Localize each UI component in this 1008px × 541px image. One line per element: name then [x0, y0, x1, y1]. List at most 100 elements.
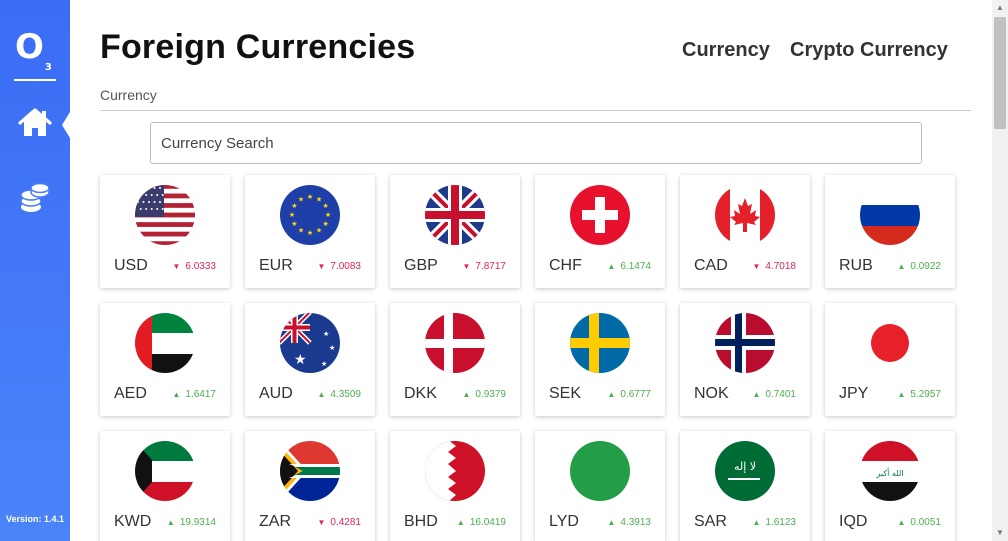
currency-search-input[interactable]: [150, 122, 922, 164]
uae-flag-icon: [135, 313, 195, 373]
currency-card-nok[interactable]: NOK ▲ 0.7401: [680, 303, 810, 416]
currency-code: CHF: [549, 257, 582, 274]
currency-card-bhd[interactable]: BHD ▲ 16.0419: [390, 431, 520, 541]
scroll-up-arrow-icon[interactable]: ▲: [992, 0, 1008, 16]
russia-flag-icon: [860, 185, 920, 245]
currency-code: EUR: [259, 257, 293, 274]
currency-code: AUD: [259, 385, 293, 402]
down-arrow-icon: ▼: [752, 262, 761, 271]
currency-value: 0.7401: [765, 389, 796, 400]
currency-value: 4.7018: [765, 261, 796, 272]
tab-crypto-currency[interactable]: Crypto Currency: [790, 39, 948, 62]
coins-icon: [20, 182, 50, 212]
o3-logo: O3: [15, 27, 52, 73]
currency-value: 16.0419: [469, 517, 506, 528]
currency-change: ▲ 6.1474: [607, 261, 651, 272]
currency-card-cad[interactable]: CAD ▼ 4.7018: [680, 175, 810, 288]
currency-value: 5.2957: [910, 389, 941, 400]
japan-flag-icon: [860, 313, 920, 373]
up-arrow-icon: ▲: [607, 518, 616, 527]
home-icon: [18, 108, 52, 136]
currency-card-rub[interactable]: RUB ▲ 0.0922: [825, 175, 955, 288]
currency-change: ▲ 0.6777: [607, 389, 651, 400]
app-window: O3 Version: 1.4.1 Foreign Currencies Cur…: [0, 0, 1008, 541]
scroll-thumb[interactable]: [994, 17, 1006, 129]
currency-card-lyd[interactable]: LYD ▲ 4.3913: [535, 431, 665, 541]
currency-value: 7.0083: [330, 261, 361, 272]
svg-text:★: ★: [307, 193, 313, 201]
main-content: Foreign Currencies Currency Crypto Curre…: [70, 0, 992, 541]
up-arrow-icon: ▲: [897, 518, 906, 527]
up-arrow-icon: ▲: [752, 518, 761, 527]
svg-text:★: ★: [322, 202, 328, 210]
currency-card-sek[interactable]: SEK ▲ 0.6777: [535, 303, 665, 416]
currency-card-usd[interactable]: USD ▼ 6.0333: [100, 175, 230, 288]
currency-change: ▲ 4.3913: [607, 517, 651, 528]
usa-flag-icon: [135, 185, 195, 245]
currency-card-dkk[interactable]: DKK ▲ 0.9379: [390, 303, 520, 416]
svg-text:★: ★: [291, 220, 297, 228]
currency-value: 0.9379: [475, 389, 506, 400]
up-arrow-icon: ▲: [456, 518, 465, 527]
uk-flag-icon: [425, 185, 485, 245]
breadcrumb: Currency: [100, 87, 157, 103]
currency-change: ▼ 7.0083: [317, 261, 361, 272]
sidebar-item-crypto[interactable]: [18, 182, 52, 215]
currency-code: AED: [114, 385, 147, 402]
currency-card-aud[interactable]: ★ ★ ★ ★ AUD ▲ 4.3509: [245, 303, 375, 416]
currency-card-zar[interactable]: ZAR ▼ 0.4281: [245, 431, 375, 541]
currency-value: 6.1474: [620, 261, 651, 272]
scroll-down-arrow-icon[interactable]: ▼: [992, 525, 1008, 541]
sidebar: O3 Version: 1.4.1: [0, 0, 70, 541]
up-arrow-icon: ▲: [317, 390, 326, 399]
currency-card-gbp[interactable]: GBP ▼ 7.8717: [390, 175, 520, 288]
active-indicator: [62, 112, 70, 138]
svg-text:★: ★: [322, 220, 328, 228]
up-arrow-icon: ▲: [897, 390, 906, 399]
currency-card-aed[interactable]: AED ▲ 1.6417: [100, 303, 230, 416]
currency-card-chf[interactable]: CHF ▲ 6.1474: [535, 175, 665, 288]
currency-change: ▲ 1.6417: [172, 389, 216, 400]
currency-change: ▲ 5.2957: [897, 389, 941, 400]
currency-change: ▼ 7.8717: [462, 261, 506, 272]
currency-code: RUB: [839, 257, 873, 274]
svg-text:★: ★: [325, 211, 331, 219]
currency-value: 0.4281: [330, 517, 361, 528]
currency-code: USD: [114, 257, 148, 274]
svg-text:★: ★: [298, 195, 304, 203]
currency-change: ▲ 1.6123: [752, 517, 796, 528]
currency-card-iqd[interactable]: ﺍﻟﻠﻪ ﺃﻛﺒﺮ IQD ▲ 0.0051: [825, 431, 955, 541]
header-divider: [100, 110, 971, 111]
currency-value: 19.9314: [179, 517, 216, 528]
svg-text:ﻻ ﺇﻟﻪ: ﻻ ﺇﻟﻪ: [734, 460, 756, 473]
currency-value: 4.3913: [620, 517, 651, 528]
currency-code: LYD: [549, 513, 579, 530]
svg-text:★: ★: [298, 227, 304, 235]
page-title: Foreign Currencies: [100, 28, 416, 66]
currency-card-sar[interactable]: ﻻ ﺇﻟﻪ SAR ▲ 1.6123: [680, 431, 810, 541]
currency-value: 0.6777: [620, 389, 651, 400]
currency-code: ZAR: [259, 513, 291, 530]
scrollbar[interactable]: ▲ ▼: [992, 0, 1008, 541]
currency-card-kwd[interactable]: KWD ▲ 19.9314: [100, 431, 230, 541]
up-arrow-icon: ▲: [166, 518, 175, 527]
sidebar-item-home[interactable]: [18, 108, 52, 138]
currency-card-jpy[interactable]: JPY ▲ 5.2957: [825, 303, 955, 416]
tab-currency[interactable]: Currency: [682, 39, 770, 62]
currency-code: IQD: [839, 513, 868, 530]
currency-change: ▼ 4.7018: [752, 261, 796, 272]
up-arrow-icon: ▲: [172, 390, 181, 399]
australia-flag-icon: ★ ★ ★ ★: [280, 313, 340, 373]
version-label: Version: 1.4.1: [5, 514, 65, 524]
iraq-flag-icon: ﺍﻟﻠﻪ ﺃﻛﺒﺮ: [860, 441, 920, 501]
currency-change: ▲ 0.9379: [462, 389, 506, 400]
svg-text:★: ★: [294, 352, 307, 368]
svg-text:★: ★: [323, 330, 329, 338]
currency-code: KWD: [114, 513, 152, 530]
currency-change: ▲ 0.0922: [897, 261, 941, 272]
bahrain-flag-icon: [425, 441, 485, 501]
currency-value: 1.6417: [185, 389, 216, 400]
currency-code: SAR: [694, 513, 727, 530]
currency-code: GBP: [404, 257, 438, 274]
currency-card-eur[interactable]: ★ ★ ★ ★ ★ ★ ★ ★ ★ ★ ★ ★ EUR ▼ 7.0083: [245, 175, 375, 288]
